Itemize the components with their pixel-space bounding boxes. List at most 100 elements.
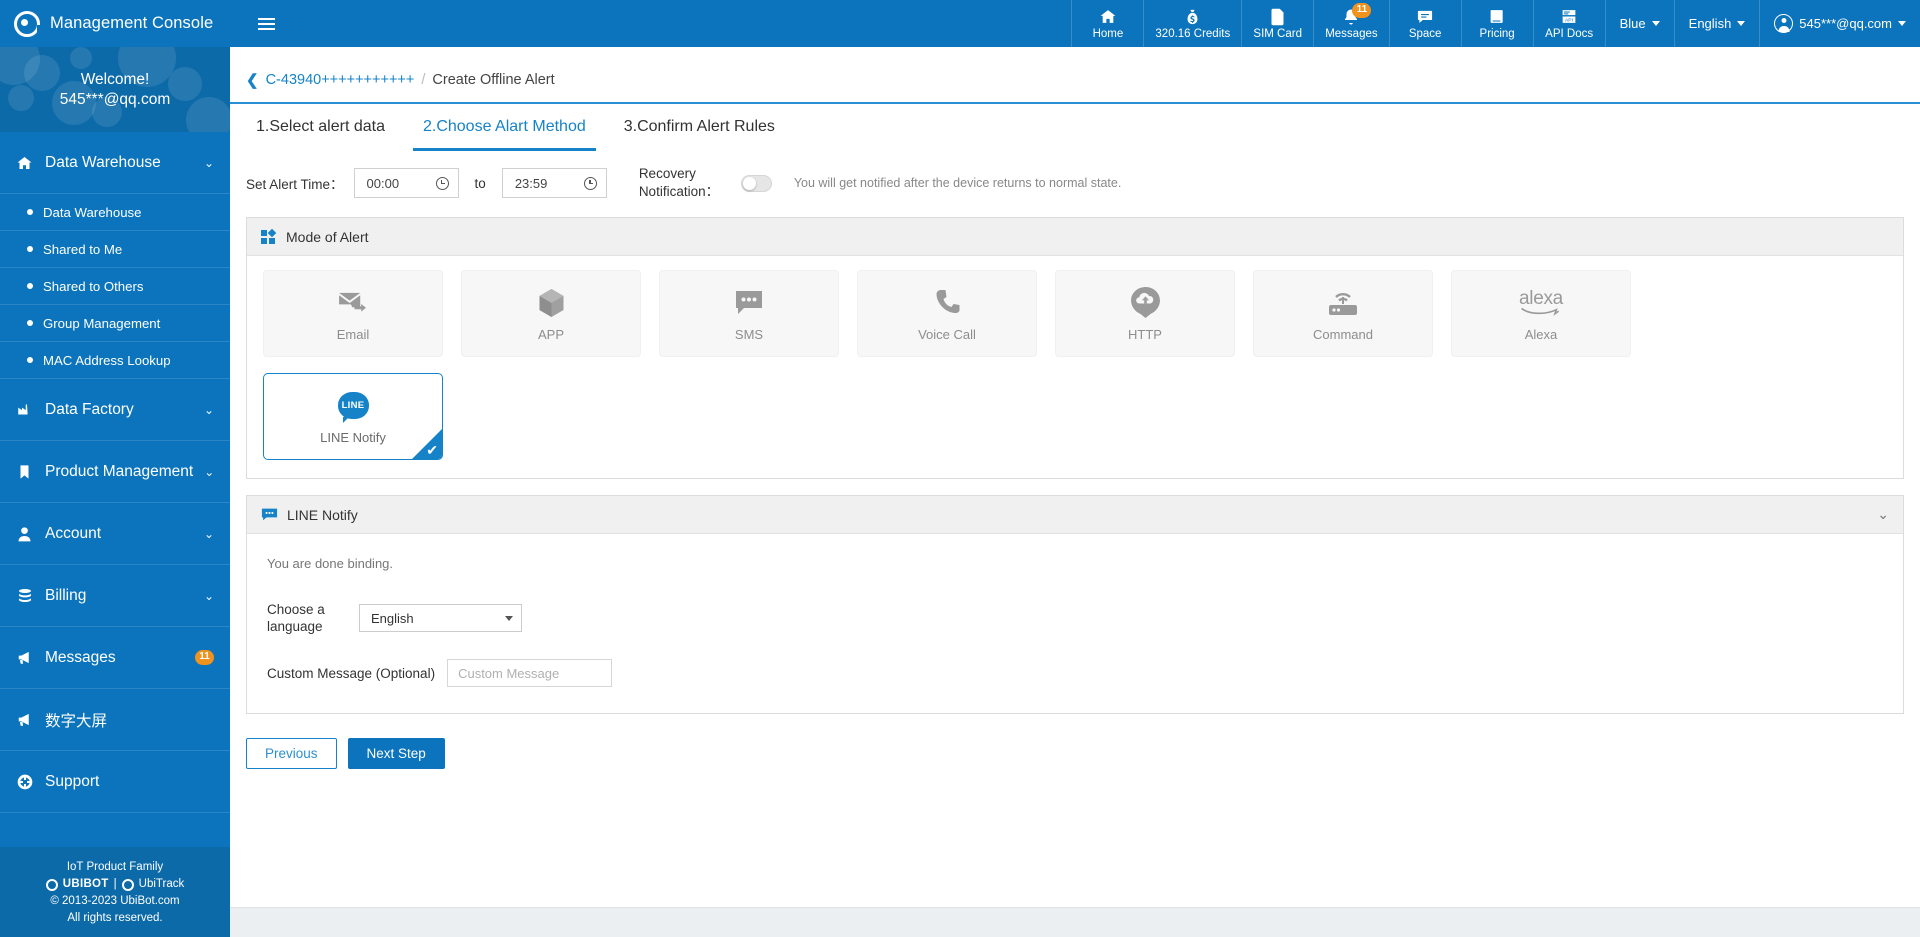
hamburger-icon[interactable] bbox=[243, 0, 289, 47]
set-alert-time-label: Set Alert Time： bbox=[246, 177, 344, 192]
sidebar-item-digital-screen[interactable]: 数字大屏 bbox=[0, 689, 230, 750]
sidebar-item-account[interactable]: Account ⌄ bbox=[0, 503, 230, 564]
alert-time-until-value: 23:59 bbox=[514, 175, 548, 191]
sidebar-group-digital-screen: 数字大屏 bbox=[0, 689, 230, 751]
alert-mode-label: Voice Call bbox=[918, 326, 976, 342]
sidebar-item-messages[interactable]: Messages 11 bbox=[0, 627, 230, 688]
recovery-notification-hint: You will get notified after the device r… bbox=[793, 176, 1122, 190]
user-avatar-icon bbox=[1774, 14, 1794, 33]
sidebar-group-data-factory: Data Factory ⌄ bbox=[0, 379, 230, 441]
user-icon bbox=[15, 526, 34, 542]
bullet-icon bbox=[27, 246, 33, 252]
line-notify-bound-text: You are done binding. bbox=[267, 556, 394, 571]
sidebar-item-label: Data Warehouse bbox=[45, 153, 161, 171]
alert-time-from-value: 00:00 bbox=[366, 175, 400, 191]
api-doc-icon: API bbox=[1560, 7, 1578, 26]
topnav-item-home[interactable]: Home bbox=[1071, 0, 1143, 47]
mode-of-alert-cards-row-2: LINE LINE Notify ✔ bbox=[263, 373, 1887, 460]
sidebar-welcome: Welcome! 545***@qq.com bbox=[0, 47, 230, 132]
tab-choose-alert-method[interactable]: 2.Choose Alart Method bbox=[412, 104, 596, 151]
sidebar-subitem-shared-to-me[interactable]: Shared to Me bbox=[0, 231, 230, 268]
topnav-label: Pricing bbox=[1479, 28, 1515, 40]
page-bottom-bar bbox=[230, 907, 1920, 937]
sidebar-item-data-factory[interactable]: Data Factory ⌄ bbox=[0, 379, 230, 440]
account-menu[interactable]: 545***@qq.com bbox=[1759, 0, 1920, 47]
previous-button[interactable]: Previous bbox=[246, 738, 337, 769]
sidebar-item-billing[interactable]: Billing ⌄ bbox=[0, 565, 230, 626]
line-notify-body: You are done binding. Choose a language … bbox=[247, 534, 1903, 713]
topnav-item-api-docs[interactable]: API API Docs bbox=[1532, 0, 1605, 47]
clock-icon bbox=[435, 176, 449, 190]
alert-mode-card-line-notify[interactable]: LINE LINE Notify ✔ bbox=[263, 373, 443, 460]
recovery-notification-toggle[interactable] bbox=[740, 174, 772, 192]
line-notify-title: LINE Notify bbox=[287, 506, 358, 523]
footer-brand-ubibot: UBIBOT bbox=[62, 878, 109, 890]
custom-message-input[interactable] bbox=[447, 659, 613, 687]
alert-time-from-input[interactable]: 00:00 bbox=[353, 168, 459, 198]
topnav-label: SIM Card bbox=[1253, 28, 1302, 40]
sidebar-subitem-data-warehouse[interactable]: Data Warehouse bbox=[0, 194, 230, 231]
brand-logo-area[interactable]: Management Console bbox=[0, 0, 229, 47]
alert-mode-card-http[interactable]: HTTP bbox=[1055, 270, 1235, 357]
alert-mode-card-sms[interactable]: SMS bbox=[659, 270, 839, 357]
topnav-item-messages[interactable]: 11 Messages bbox=[1313, 0, 1388, 47]
topnav-item-sim-card[interactable]: SIM Card bbox=[1241, 0, 1313, 47]
line-notify-header: LINE Notify ⌄ bbox=[247, 496, 1903, 534]
tab-select-alert-data[interactable]: 1.Select alert data bbox=[246, 104, 395, 151]
bullet-icon bbox=[27, 357, 33, 363]
sidebar-subitem-mac-address-lookup[interactable]: MAC Address Lookup bbox=[0, 342, 230, 379]
next-step-button[interactable]: Next Step bbox=[347, 738, 445, 769]
money-bag-icon bbox=[1184, 7, 1201, 26]
sidebar-subitem-label: MAC Address Lookup bbox=[43, 352, 171, 368]
cloud-upload-icon bbox=[1130, 286, 1160, 320]
chevron-left-icon[interactable]: ❮ bbox=[246, 73, 259, 88]
breadcrumb-separator: / bbox=[421, 72, 426, 88]
sidebar-item-support[interactable]: Support bbox=[0, 751, 230, 812]
topnav-item-pricing[interactable]: Pricing bbox=[1460, 0, 1533, 47]
tab-confirm-alert-rules[interactable]: 3.Confirm Alert Rules bbox=[614, 104, 785, 151]
language-select[interactable]: English bbox=[359, 604, 522, 632]
svg-text:API: API bbox=[1565, 17, 1573, 23]
sidebar-subitem-group-management[interactable]: Group Management bbox=[0, 305, 230, 342]
alert-mode-card-alexa[interactable]: alexa Alexa bbox=[1451, 270, 1631, 357]
sidebar-subitem-shared-to-others[interactable]: Shared to Others bbox=[0, 268, 230, 305]
breadcrumb: ❮ C-43940+++++++++++ / Create Offline Al… bbox=[230, 47, 1920, 88]
topnav-label: Space bbox=[1408, 28, 1442, 40]
sidebar-item-label: 数字大屏 bbox=[45, 712, 108, 730]
alert-time-row: Set Alert Time： 00:00 to 23:59 Recovery … bbox=[230, 151, 1920, 201]
topnav-label: 320.16 Credits bbox=[1155, 28, 1231, 40]
theme-label: Blue bbox=[1619, 16, 1646, 31]
router-signal-icon bbox=[1327, 286, 1359, 320]
topnav-label: Messages bbox=[1325, 28, 1378, 40]
breadcrumb-parent-link[interactable]: C-43940+++++++++++ bbox=[266, 72, 415, 88]
alert-mode-card-voice-call[interactable]: Voice Call bbox=[857, 270, 1037, 357]
topnav-item-credits[interactable]: 320.16 Credits bbox=[1143, 0, 1241, 47]
alert-mode-card-command[interactable]: Command bbox=[1253, 270, 1433, 357]
alert-mode-card-app[interactable]: APP bbox=[461, 270, 641, 357]
database-icon bbox=[15, 588, 34, 604]
alert-time-until-input[interactable]: 23:59 bbox=[501, 168, 607, 198]
sidebar-group-product-management: Product Management ⌄ bbox=[0, 441, 230, 503]
ubitrack-logo-icon bbox=[121, 878, 134, 891]
chevron-down-icon: ⌄ bbox=[203, 155, 214, 170]
alert-mode-card-email[interactable]: Email bbox=[263, 270, 443, 357]
sidebar-item-label: Account bbox=[45, 524, 102, 542]
theme-selector[interactable]: Blue bbox=[1604, 0, 1674, 47]
language-selector[interactable]: English bbox=[1673, 0, 1760, 47]
sidebar-item-data-warehouse[interactable]: Data Warehouse ⌄ bbox=[0, 132, 230, 193]
clock-icon bbox=[583, 176, 597, 190]
book-icon bbox=[1488, 7, 1506, 26]
chevron-down-icon[interactable]: ⌄ bbox=[1877, 506, 1889, 523]
top-navigation-bar: Management Console Home 320.16 Credits S… bbox=[0, 0, 1920, 47]
line-logo-icon: LINE bbox=[337, 389, 369, 423]
cube-icon bbox=[538, 286, 565, 320]
mode-of-alert-cards-area: Email APP SMS Voice Call HTTP Command al… bbox=[247, 256, 1903, 478]
chat-icon bbox=[1416, 7, 1434, 26]
sidebar-item-product-management[interactable]: Product Management ⌄ bbox=[0, 441, 230, 502]
email-icon bbox=[338, 286, 369, 320]
topbar-nav-items: Home 320.16 Credits SIM Card 11 Messages bbox=[1071, 0, 1920, 47]
sidebar-footer: IoT Product Family UBIBOT | UbiTrack © 2… bbox=[0, 847, 230, 937]
account-email: 545***@qq.com bbox=[1799, 16, 1892, 31]
topnav-item-space[interactable]: Space bbox=[1388, 0, 1461, 47]
